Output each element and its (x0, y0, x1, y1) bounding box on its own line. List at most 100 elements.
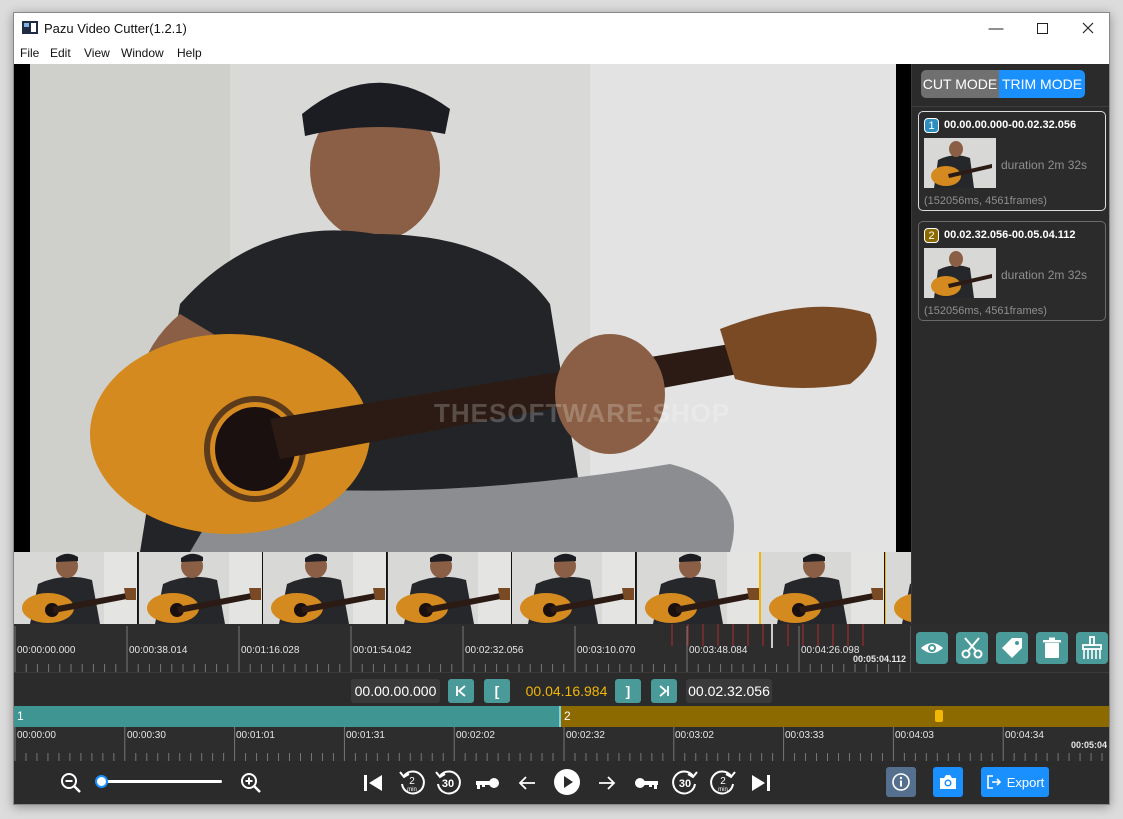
filmstrip-ruler[interactable]: 00:00:00.000 00:00:38.014 00:01:16.028 0… (14, 624, 911, 672)
filmstrip-frame[interactable] (138, 552, 263, 624)
trim-mode-button[interactable]: TRIM MODE (999, 70, 1085, 98)
tag-button[interactable] (996, 632, 1028, 664)
app-logo-icon (22, 21, 38, 34)
menu-view[interactable]: View (84, 46, 110, 60)
video-frame (30, 64, 896, 552)
segment-duration: duration 2m 32s (1001, 158, 1088, 172)
filmstrip-frame[interactable] (14, 552, 138, 624)
segment-tools (911, 624, 1109, 672)
timeline-label: 00:03:02 (675, 730, 714, 741)
segment-bar-1[interactable] (14, 706, 560, 727)
forward-2min-icon: 2min (710, 770, 736, 795)
zoom-out-icon (61, 773, 81, 793)
mark-out-button[interactable]: ] (615, 679, 641, 703)
ruler-label: 00:03:48.084 (689, 645, 748, 656)
step-forward-button[interactable] (594, 770, 620, 796)
cut-mode-button[interactable]: CUT MODE (921, 70, 999, 98)
minimize-icon: — (988, 19, 1004, 37)
ruler-label: 00:02:32.056 (465, 645, 524, 656)
ruler-label: 00:04:26.098 (801, 645, 860, 656)
segment-bar-2[interactable] (561, 706, 1109, 727)
arrow-left-icon (518, 776, 535, 790)
segment-bar-label-1: 1 (17, 709, 24, 723)
mode-switch: CUT MODE TRIM MODE (921, 70, 1085, 98)
rewind-30s-button[interactable]: 30 (433, 767, 463, 797)
menu-edit[interactable]: Edit (50, 46, 71, 60)
timeline-label: 00:02:02 (456, 730, 495, 741)
timeline-label: 00:04:03 (895, 730, 934, 741)
eye-icon (921, 643, 943, 653)
info-button[interactable] (886, 767, 916, 797)
maximize-icon (1036, 22, 1048, 34)
go-to-end-button[interactable] (651, 679, 677, 703)
timeline-label: 00:03:33 (785, 730, 824, 741)
key-right-icon (635, 778, 658, 789)
maximize-button[interactable] (1019, 13, 1065, 43)
segment-bar[interactable]: 1 2 (14, 706, 1109, 727)
ruler-label: 00:03:10.070 (577, 645, 636, 656)
delete-button[interactable] (1036, 632, 1068, 664)
filmstrip-frame[interactable] (885, 552, 911, 624)
preview-button[interactable] (916, 632, 948, 664)
mark-in-button[interactable]: [ (484, 679, 510, 703)
filmstrip[interactable] (14, 552, 911, 624)
skip-start-icon (364, 775, 382, 791)
next-keyframe-button[interactable] (632, 770, 662, 796)
skip-to-start-button[interactable] (360, 770, 386, 796)
time-controls: 00.00.00.000 [ 00.04.16.984 ] 00.02.32.0… (14, 672, 1109, 706)
video-frame-image (30, 64, 896, 552)
svg-text:2: 2 (720, 776, 726, 787)
menu-bar: File Edit View Window Help (14, 43, 1109, 64)
playhead-marker[interactable] (935, 710, 943, 722)
zoom-slider-track[interactable] (102, 780, 222, 783)
rewind-2min-button[interactable]: 2 min (397, 767, 427, 797)
forward-30s-icon: 30 (672, 770, 698, 795)
start-time-display[interactable]: 00.00.00.000 (351, 679, 440, 703)
step-back-button[interactable] (514, 770, 540, 796)
filmstrip-frame[interactable] (636, 552, 761, 624)
snapshot-button[interactable] (933, 767, 963, 797)
export-button[interactable]: Export (981, 767, 1049, 797)
segment-item[interactable]: 1 00.00.00.000-00.02.32.056 duration 2m … (918, 111, 1106, 211)
close-icon (1082, 22, 1094, 34)
filmstrip-frame[interactable] (263, 552, 387, 624)
filmstrip-frame[interactable] (512, 552, 636, 624)
video-player[interactable]: THESOFTWARE.SHOP (14, 64, 911, 552)
segment-number: 2 (924, 228, 939, 243)
menu-help[interactable]: Help (177, 46, 202, 60)
forward-30s-button[interactable]: 30 (670, 767, 700, 797)
forward-2min-button[interactable]: 2 min (708, 767, 738, 797)
chevron-right-bar-icon (659, 685, 669, 697)
skip-end-icon (752, 775, 770, 791)
cut-button[interactable] (956, 632, 988, 664)
previous-keyframe-button[interactable] (472, 770, 502, 796)
zoom-slider-thumb[interactable] (95, 775, 108, 788)
current-time-display: 00.04.16.984 (525, 683, 608, 699)
ruler-label: 00:00:00.000 (17, 645, 76, 656)
export-label: Export (1006, 774, 1045, 790)
key-left-icon (476, 778, 499, 789)
main-timeline-ruler[interactable]: 00:00:00 00:00:30 00:01:01 00:01:31 00:0… (14, 727, 1109, 761)
zoom-out-button[interactable] (58, 770, 84, 796)
menu-file[interactable]: File (20, 46, 39, 60)
minimize-button[interactable]: — (973, 13, 1019, 43)
window-title: Pazu Video Cutter(1.2.1) (44, 21, 187, 36)
segment-item[interactable]: 2 00.02.32.056-00.05.04.112 duration 2m … (918, 221, 1106, 321)
play-button[interactable] (552, 767, 582, 797)
skip-to-end-button[interactable] (748, 770, 774, 796)
filmstrip-frame[interactable] (759, 552, 887, 624)
timeline-label: 00:00:30 (127, 730, 166, 741)
timeline-label: 00:02:32 (566, 730, 605, 741)
end-time-display[interactable]: 00.02.32.056 (686, 679, 772, 703)
segment-range: 00.02.32.056-00.05.04.112 (944, 229, 1076, 241)
zoom-in-button[interactable] (238, 770, 264, 796)
play-icon (554, 769, 580, 795)
clear-button[interactable] (1076, 632, 1108, 664)
info-icon (892, 773, 910, 791)
go-to-start-button[interactable] (448, 679, 474, 703)
timeline-label: 00:01:31 (346, 730, 385, 741)
menu-window[interactable]: Window (121, 46, 164, 60)
close-button[interactable] (1065, 13, 1109, 43)
chevron-left-bar-icon (456, 685, 466, 697)
filmstrip-frame[interactable] (387, 552, 512, 624)
